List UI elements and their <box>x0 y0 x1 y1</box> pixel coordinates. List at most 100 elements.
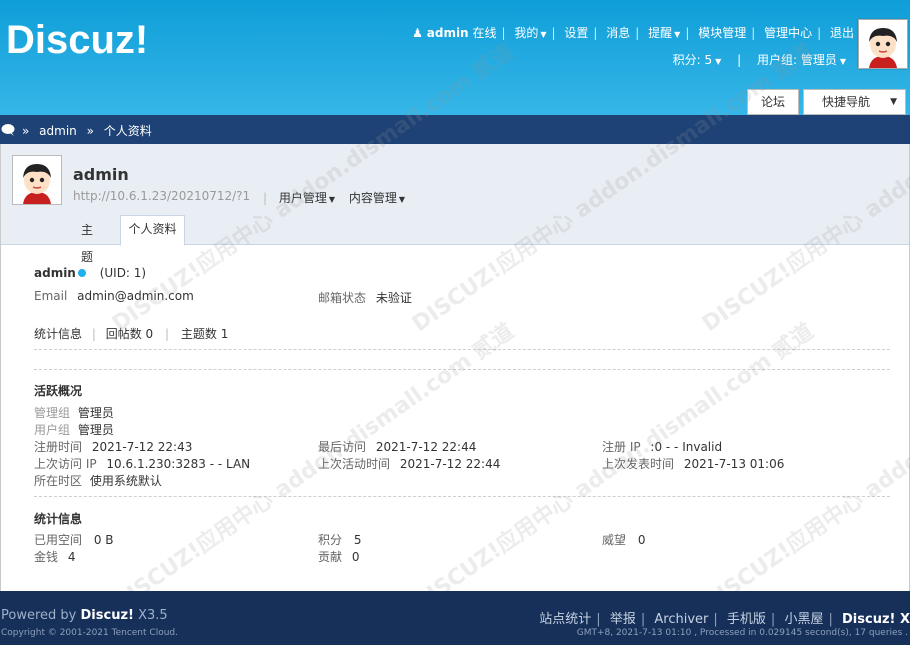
usergroup-menu[interactable]: 用户组: 管理员 ▼ <box>757 53 846 67</box>
breadcrumb-item-user[interactable]: admin <box>39 124 77 138</box>
powered-label: Powered by <box>1 608 77 623</box>
online-status[interactable]: 在线 <box>472 26 496 40</box>
caret-down-icon: ▼ <box>398 195 406 204</box>
section-divider <box>34 349 890 350</box>
email-status-label: 邮箱状态 <box>318 291 367 305</box>
contribution-label: 贡献 <box>318 550 343 564</box>
space-row: 已用空间 0 B <box>34 531 114 548</box>
last-active-label: 上次活动时间 <box>318 457 391 471</box>
reminders-menu[interactable]: 提醒 ▼ <box>648 26 680 40</box>
caret-down-icon: ▼ <box>328 195 336 204</box>
user-subnav: 积分: 5 ▼ | 用户组: 管理员 ▼ <box>672 53 846 67</box>
last-ip-row: 上次访问 IP 10.6.1.230:3283 - - LAN <box>34 455 250 472</box>
prestige-label: 威望 <box>602 533 627 547</box>
forum-button[interactable]: 论坛 <box>747 89 799 115</box>
reg-ip-value: :0 - - Invalid <box>650 440 723 454</box>
mine-label: 我的 <box>514 26 539 40</box>
user-manage-menu[interactable]: 用户管理 ▼ <box>279 191 335 205</box>
divider: | <box>165 327 170 341</box>
user-icon: ♟ <box>412 26 423 40</box>
caret-down-icon: ▼ <box>540 30 547 39</box>
user-manage-label: 用户管理 <box>278 191 327 205</box>
messages-link[interactable]: 消息 <box>606 26 630 40</box>
tab-threads[interactable]: 主题 <box>81 217 93 264</box>
activity-title: 活跃概况 <box>34 384 83 398</box>
site-header: Discuz! ♟ admin 在线 | 我的 ▼ | 设置 | 消息 | 提醒 ▼ | 模块… <box>0 0 910 115</box>
user-nav: ♟ admin 在线 | 我的 ▼ | 设置 | 消息 | 提醒 ▼ | 模块管理 | 管理中心… <box>412 26 854 40</box>
thread-count-link[interactable]: 主题数 1 <box>181 327 228 341</box>
admin-group-label: 管理组 <box>34 406 71 420</box>
quicknav-button[interactable]: 快捷导航 ▼ <box>803 89 906 115</box>
caret-down-icon: ▼ <box>839 57 846 66</box>
last-visit-row: 最后访问 2021-7-12 22:44 <box>318 438 476 455</box>
caret-down-icon: ▼ <box>715 57 722 66</box>
last-active-row: 上次活动时间 2021-7-12 22:44 <box>318 455 500 472</box>
breadcrumb-item-profile: 个人资料 <box>103 124 152 138</box>
settings-link[interactable]: 设置 <box>564 26 588 40</box>
avatar-image <box>859 20 907 68</box>
prestige-row: 威望 0 <box>602 531 645 548</box>
stats-title: 统计信息 <box>34 512 83 526</box>
reg-ip-row: 注册 IP :0 - - Invalid <box>602 438 722 455</box>
admin-center-link[interactable]: 管理中心 <box>764 26 812 40</box>
last-visit-label: 最后访问 <box>318 440 367 454</box>
points-label: 积分: 5 <box>672 53 713 67</box>
footer-brand-right[interactable]: Discuz! X <box>842 612 910 627</box>
user-group-label: 用户组 <box>34 423 71 437</box>
footer-link-stats[interactable]: 站点统计 <box>539 612 591 627</box>
space-label: 已用空间 <box>34 533 83 547</box>
profile-avatar[interactable] <box>12 155 62 205</box>
last-visit-value: 2021-7-12 22:44 <box>375 440 477 454</box>
avatar-image <box>13 156 61 204</box>
last-post-value: 2021-7-13 01:06 <box>683 457 785 471</box>
points-row: 积分 5 <box>318 531 361 548</box>
menu-divider: | <box>263 191 268 205</box>
footer-link-mobile[interactable]: 手机版 <box>727 612 766 627</box>
last-ip-value: 10.6.1.230:3283 - - LAN <box>106 457 251 471</box>
reg-time-label: 注册时间 <box>34 440 83 454</box>
admin-group-row: 管理组 管理员 <box>34 404 114 421</box>
profile-name[interactable]: admin <box>73 165 129 184</box>
timezone-value: 使用系统默认 <box>89 474 162 488</box>
footer-link-blackroom[interactable]: 小黑屋 <box>784 612 823 627</box>
email-label: Email <box>34 289 68 303</box>
footer-version: X3.5 <box>138 608 168 623</box>
reg-time-row: 注册时间 2021-7-12 22:43 <box>34 438 192 455</box>
module-manage-link[interactable]: 模块管理 <box>698 26 746 40</box>
footer-link-archiver[interactable]: Archiver <box>654 612 708 627</box>
user-group-value[interactable]: 管理员 <box>78 423 114 437</box>
site-logo[interactable]: Discuz! <box>6 18 148 63</box>
username-link[interactable]: admin <box>427 26 469 40</box>
last-active-value: 2021-7-12 22:44 <box>399 457 501 471</box>
caret-down-icon: ▼ <box>674 30 681 39</box>
content-manage-menu[interactable]: 内容管理 ▼ <box>349 191 405 205</box>
money-value: 4 <box>67 550 76 564</box>
last-post-row: 上次发表时间 2021-7-13 01:06 <box>602 455 784 472</box>
profile-url[interactable]: http://10.6.1.23/20210712/?1 <box>73 189 250 203</box>
reply-count-link[interactable]: 回帖数 0 <box>106 327 153 341</box>
breadcrumb-sep: » <box>86 124 94 138</box>
admin-group-value[interactable]: 管理员 <box>78 406 114 420</box>
points-menu[interactable]: 积分: 5 ▼ <box>673 53 722 67</box>
tab-profile[interactable]: 个人资料 <box>120 215 185 246</box>
info-username: admin <box>34 266 76 280</box>
profile-menu: | 用户管理 ▼ 内容管理 ▼ <box>263 189 415 206</box>
points-label-stat: 积分 <box>318 533 343 547</box>
footer-brand-link[interactable]: Discuz! <box>81 608 134 623</box>
footer-link-report[interactable]: 举报 <box>610 612 636 627</box>
footer-links: 站点统计 | 举报 | Archiver | 手机版 | 小黑屋 | Discuz! X <box>539 612 910 627</box>
info-name-row: admin (UID: 1) <box>34 266 146 280</box>
logout-link[interactable]: 退出 <box>830 26 854 40</box>
home-icon[interactable] <box>1 123 15 136</box>
site-footer: Powered by Discuz! X3.5 Copyright © 2001… <box>0 591 910 645</box>
profile-header: admin http://10.6.1.23/20210712/?1 | 用户管… <box>1 144 909 264</box>
mine-menu[interactable]: 我的 ▼ <box>514 26 546 40</box>
email-status-value: 未验证 <box>375 291 412 305</box>
contribution-row: 贡献 0 <box>318 548 359 565</box>
space-value: 0 B <box>93 533 114 547</box>
caret-down-icon: ▼ <box>890 97 897 107</box>
user-avatar[interactable] <box>858 19 908 69</box>
section-divider <box>34 369 890 370</box>
email-status-row: 邮箱状态 未验证 <box>318 289 412 306</box>
breadcrumb-sep: » <box>22 124 30 138</box>
